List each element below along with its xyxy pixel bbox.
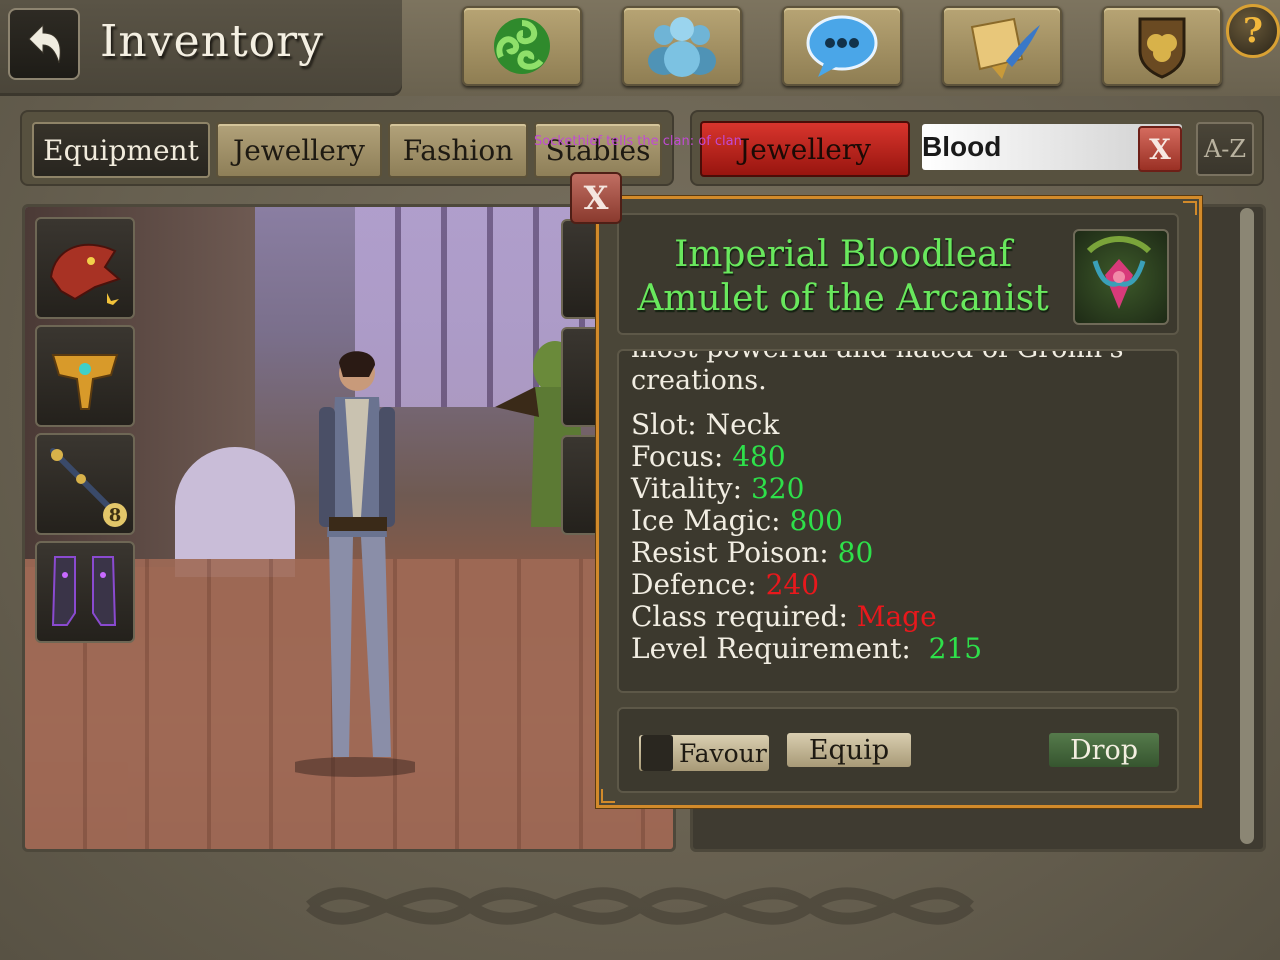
back-button[interactable] (8, 8, 80, 80)
boots-icon (51, 556, 117, 626)
favour-checkbox[interactable] (641, 735, 673, 771)
stat-value: 215 (928, 632, 983, 665)
item-description-panel[interactable]: most powerful and hated of Gronn's creat… (617, 349, 1179, 693)
triskele-icon (494, 18, 550, 74)
item-name-line1: Imperial Bloodleaf (674, 234, 1012, 275)
category-filter-button[interactable]: Jewellery (700, 121, 910, 177)
slot-weapon[interactable]: 8 (35, 433, 135, 535)
item-name-line2: Amulet of the Arcanist (637, 278, 1049, 319)
nav-triskele-button[interactable] (462, 6, 582, 86)
stat-value: 480 (732, 440, 786, 473)
celtic-knot-ornament (306, 887, 974, 925)
stat-value: 80 (837, 536, 874, 569)
archway (175, 447, 295, 577)
nav-party-button[interactable] (622, 6, 742, 86)
quest-scroll-icon (970, 17, 1040, 79)
stat-label: Resist Poison: (631, 536, 829, 569)
slot-shoulders[interactable] (35, 325, 135, 427)
stat-row: Ice Magic: 800 (631, 505, 982, 537)
tab-stables[interactable]: Stables (534, 122, 662, 178)
favour-toggle[interactable]: Favour (639, 735, 769, 771)
title-plate: Inventory (0, 0, 402, 96)
stat-row: Level Requirement: 215 (631, 633, 982, 665)
stat-row: Focus: 480 (631, 441, 982, 473)
item-description: most powerful and hated of Gronn's creat… (631, 351, 1161, 397)
stat-label: Defence: (631, 568, 757, 601)
clear-search-button[interactable]: X (1138, 126, 1182, 172)
dragon-helm-icon (49, 243, 121, 305)
character-preview-panel: 8 (22, 204, 676, 852)
stat-row: Defence: 240 (631, 569, 982, 601)
popup-close-button[interactable]: X (570, 172, 622, 224)
stat-label: Focus: (631, 440, 724, 473)
nav-quest-button[interactable] (942, 6, 1062, 86)
item-count-badge: 8 (103, 503, 127, 527)
tab-equipment[interactable]: Equipment (32, 122, 210, 178)
stat-row: Resist Poison: 80 (631, 537, 982, 569)
party-icon (648, 17, 716, 77)
stat-label: Ice Magic: (631, 504, 781, 537)
stat-row: Slot: Neck (631, 409, 982, 441)
nav-clan-button[interactable] (1102, 6, 1222, 86)
item-detail-popup: Imperial Bloodleaf Amulet of the Arcanis… (596, 196, 1202, 808)
stat-value: 320 (750, 472, 805, 505)
stat-label: Level Requirement: (631, 632, 911, 665)
nav-chat-button[interactable] (782, 6, 902, 86)
tab-fashion[interactable]: Fashion (388, 122, 528, 178)
tab-jewellery[interactable]: Jewellery (216, 122, 382, 178)
sort-az-button[interactable]: A-Z (1196, 122, 1254, 176)
stat-label: Class required: (631, 600, 848, 633)
stat-value: 240 (765, 568, 820, 601)
stat-value: 800 (789, 504, 843, 537)
character-model[interactable] (295, 337, 415, 777)
slot-head[interactable] (35, 217, 135, 319)
help-button[interactable]: ? (1226, 4, 1280, 58)
stat-label: Vitality: (631, 472, 743, 505)
stat-value: Mage (856, 600, 937, 633)
description-partial: most powerful and hated of Gronn's (631, 351, 1161, 365)
item-header: Imperial Bloodleaf Amulet of the Arcanis… (617, 213, 1179, 335)
golden-pauldron-icon (51, 354, 119, 410)
clan-shield-icon (1138, 17, 1186, 79)
equip-button[interactable]: Equip (787, 733, 911, 767)
corner-ornament (1183, 201, 1197, 215)
item-list-scrollbar[interactable] (1240, 208, 1254, 844)
clan-chat-overlay: Sockethief tells the clan: of clan (534, 134, 742, 149)
stat-value: Neck (705, 408, 780, 441)
stat-row: Vitality: 320 (631, 473, 982, 505)
stat-row: Class required: Mage (631, 601, 982, 633)
back-arrow-icon (28, 23, 61, 64)
page-title: Inventory (100, 16, 325, 67)
item-name: Imperial Bloodleaf Amulet of the Arcanis… (619, 233, 1067, 321)
stat-label: Slot: (631, 408, 697, 441)
item-stats: Slot: Neck Focus: 480 Vitality: 320 Ice … (631, 409, 982, 665)
slot-feet[interactable] (35, 541, 135, 643)
drop-button[interactable]: Drop (1049, 733, 1159, 767)
chat-icon (806, 15, 878, 77)
description-end: creations. (631, 365, 767, 396)
filter-bar: Jewellery X A-Z (690, 110, 1264, 186)
item-actions: Favour Equip Drop (617, 707, 1179, 793)
corner-ornament (601, 789, 615, 803)
favour-label: Favour (679, 739, 767, 768)
amulet-icon (1073, 229, 1169, 325)
